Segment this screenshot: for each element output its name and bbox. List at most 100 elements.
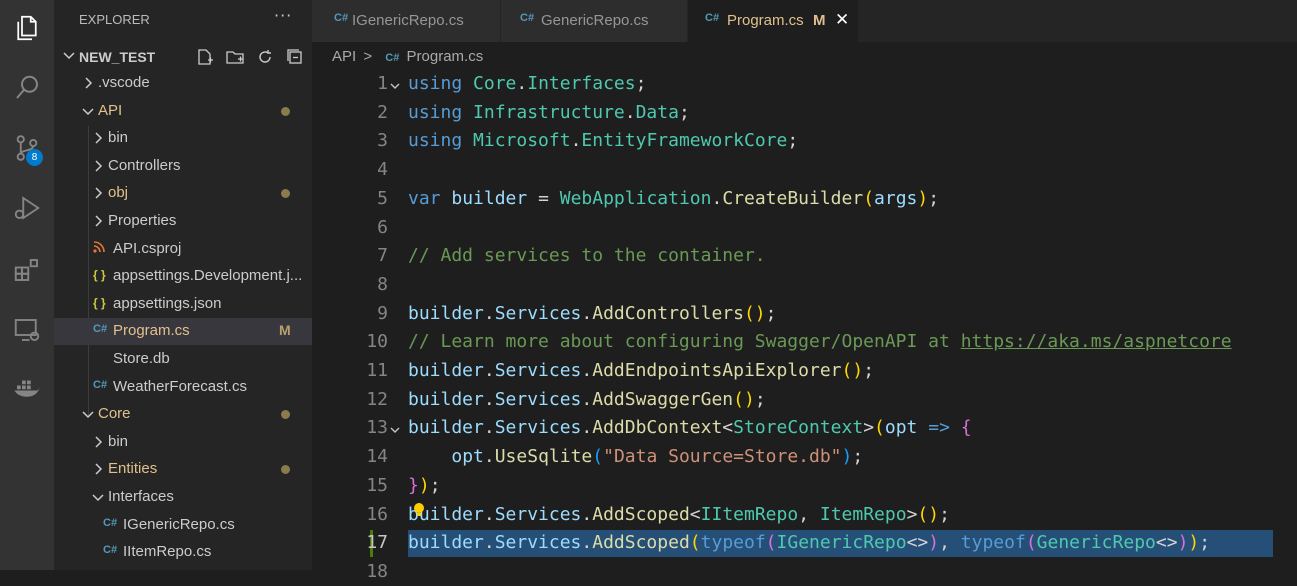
explorer-panel: EXPLORER ··· NEW_TEST .vscode API bin Contr… bbox=[54, 0, 312, 570]
code-line: 14 opt.UseSqlite("Data Source=Store.db")… bbox=[312, 443, 1297, 471]
chevron-down-icon bbox=[81, 407, 95, 421]
tree-item[interactable]: C# IGenericRepo.cs bbox=[54, 512, 312, 539]
chevron-down-icon bbox=[91, 490, 105, 504]
tree-item[interactable]: .vscode bbox=[54, 70, 312, 97]
tree-item[interactable]: Interfaces bbox=[54, 484, 312, 511]
tree-item-label: appsettings.json bbox=[113, 295, 222, 312]
csharp-file-icon: C# bbox=[103, 517, 118, 529]
tree-item-label: Store.db bbox=[113, 350, 170, 367]
rss-file-icon bbox=[93, 241, 109, 257]
tree-item[interactable]: C# Program.cs M bbox=[54, 318, 312, 345]
code-text: opt.UseSqlite("Data Source=Store.db"); bbox=[451, 446, 864, 467]
code-text: builder.Services.AddControllers(); bbox=[408, 303, 777, 324]
breadcrumb-separator: > bbox=[363, 48, 373, 65]
tab-genericrepo[interactable]: C# GenericRepo.cs bbox=[501, 0, 687, 42]
tree-item[interactable]: Controllers bbox=[54, 153, 312, 180]
csharp-icon: C# bbox=[705, 12, 720, 24]
code-line: 8 bbox=[312, 271, 1297, 299]
line-number: 18 bbox=[366, 561, 388, 582]
line-number: 1 bbox=[377, 73, 388, 94]
line-number: 13 bbox=[366, 417, 388, 438]
tree-item[interactable]: C# WeatherForecast.cs bbox=[54, 374, 312, 401]
source-control-badge: 8 bbox=[26, 149, 43, 166]
csharp-icon: C# bbox=[520, 12, 535, 24]
csharp-file-icon: C# bbox=[93, 323, 108, 335]
docker-icon[interactable] bbox=[0, 364, 54, 412]
code-text: // Add services to the container. bbox=[408, 245, 766, 266]
tab-program[interactable]: C# Program.cs M ✕ bbox=[688, 0, 858, 42]
tree-item[interactable]: obj bbox=[54, 180, 312, 207]
csharp-file-icon: C# bbox=[103, 544, 118, 556]
tree-item-label: obj bbox=[108, 184, 129, 201]
close-icon[interactable]: ✕ bbox=[835, 10, 849, 30]
remote-explorer-icon[interactable] bbox=[0, 306, 54, 354]
new-file-icon[interactable] bbox=[194, 46, 216, 68]
tree-item-label: Core bbox=[98, 405, 131, 422]
tree-item[interactable]: C# IItemRepo.cs bbox=[54, 539, 312, 566]
tree-item-label: WeatherForecast.cs bbox=[113, 378, 247, 395]
tree-item-label: appsettings.Development.j... bbox=[113, 267, 303, 284]
modified-dot-icon bbox=[281, 465, 290, 474]
tab-igenericrepo[interactable]: C# IGenericRepo.cs bbox=[312, 0, 500, 42]
code-line: 18 bbox=[312, 558, 1297, 586]
code-text: builder.Services.AddScoped(typeof(IGener… bbox=[408, 532, 1211, 553]
tree-item[interactable]: Store.db bbox=[54, 346, 312, 373]
code-line: 17 builder.Services.AddScoped(typeof(IGen… bbox=[312, 529, 1297, 557]
fold-chevron-icon[interactable] bbox=[389, 421, 401, 433]
tree-item-label: Controllers bbox=[108, 157, 181, 174]
tree-item[interactable]: Properties bbox=[54, 208, 312, 235]
more-actions-icon[interactable]: ··· bbox=[274, 6, 292, 25]
source-control-icon[interactable] bbox=[0, 124, 54, 172]
tab-label: Program.cs bbox=[727, 12, 804, 29]
code-editor[interactable]: 1 using Core.Interfaces; 2 using Infrastruc… bbox=[312, 70, 1297, 582]
new-folder-icon[interactable] bbox=[224, 46, 246, 68]
tree-item[interactable]: Entities bbox=[54, 456, 312, 483]
code-text: using Infrastructure.Data; bbox=[408, 102, 690, 123]
collapse-all-icon[interactable] bbox=[284, 46, 306, 68]
explorer-title: EXPLORER bbox=[79, 12, 150, 27]
tree-item[interactable]: bin bbox=[54, 125, 312, 152]
breadcrumb: API > C# Program.cs bbox=[332, 48, 486, 65]
lightbulb-icon[interactable] bbox=[412, 502, 426, 518]
code-text: builder.Services.AddSwaggerGen(); bbox=[408, 389, 766, 410]
tree-item-label: bin bbox=[108, 433, 129, 450]
explorer-icon[interactable] bbox=[0, 4, 54, 52]
project-header[interactable]: NEW_TEST bbox=[54, 44, 312, 70]
code-text: using Microsoft.EntityFrameworkCore; bbox=[408, 130, 799, 151]
project-name: NEW_TEST bbox=[79, 49, 156, 65]
tree-item[interactable]: { } appsettings.Development.j... bbox=[54, 263, 312, 290]
editor-tabs: C# IGenericRepo.cs C# GenericRepo.cs C# … bbox=[312, 0, 1297, 42]
code-text: var builder = WebApplication.CreateBuild… bbox=[408, 188, 940, 209]
tree-item[interactable]: { } appsettings.json bbox=[54, 291, 312, 318]
line-number: 11 bbox=[366, 360, 388, 381]
chevron-right-icon bbox=[91, 186, 105, 200]
tree-item[interactable]: API.csproj bbox=[54, 236, 312, 263]
json-file-icon: { } bbox=[93, 296, 106, 310]
chevron-right-icon bbox=[91, 159, 105, 173]
tree-item[interactable]: Core bbox=[54, 401, 312, 428]
code-line: 11 builder.Services.AddEndpointsApiExplor… bbox=[312, 357, 1297, 385]
fold-chevron-icon[interactable] bbox=[389, 77, 401, 89]
refresh-icon[interactable] bbox=[254, 46, 276, 68]
line-number: 14 bbox=[366, 446, 388, 467]
code-text: builder.Services.AddScoped<IItemRepo, It… bbox=[408, 504, 950, 525]
code-line: 10 // Learn more about configuring Swagge… bbox=[312, 328, 1297, 356]
line-number: 3 bbox=[377, 130, 388, 151]
tree-item[interactable]: bin bbox=[54, 429, 312, 456]
tab-label: GenericRepo.cs bbox=[541, 12, 649, 29]
run-debug-icon[interactable] bbox=[0, 184, 54, 232]
line-number: 10 bbox=[366, 331, 388, 352]
code-line: 2 using Infrastructure.Data; bbox=[312, 99, 1297, 127]
tree-item[interactable]: API bbox=[54, 98, 312, 125]
code-line: 9 builder.Services.AddControllers(); bbox=[312, 300, 1297, 328]
chevron-right-icon bbox=[91, 214, 105, 228]
extensions-icon[interactable] bbox=[0, 246, 54, 294]
breadcrumb-file[interactable]: Program.cs bbox=[407, 48, 484, 65]
chevron-right-icon bbox=[91, 131, 105, 145]
search-icon[interactable] bbox=[0, 64, 54, 112]
activity-bar: 8 bbox=[0, 0, 54, 570]
code-line: 6 bbox=[312, 214, 1297, 242]
modified-dot-icon bbox=[281, 107, 290, 116]
breadcrumb-folder[interactable]: API bbox=[332, 48, 356, 65]
line-number: 5 bbox=[377, 188, 388, 209]
